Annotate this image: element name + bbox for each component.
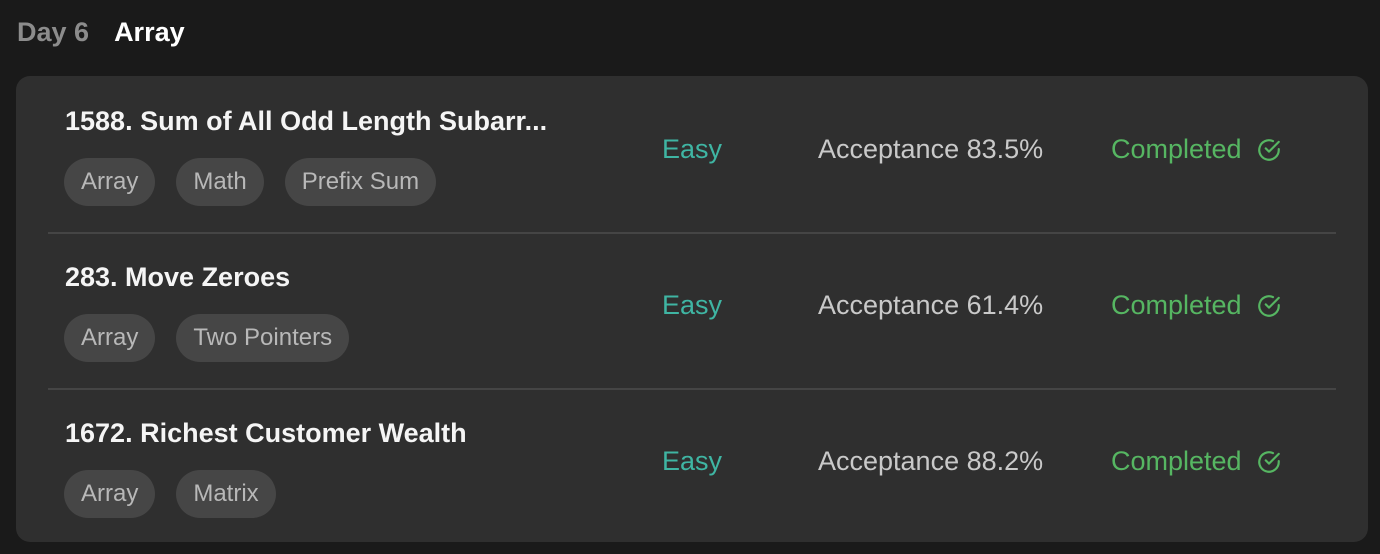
status-completed: Completed: [1111, 446, 1282, 477]
tag[interactable]: Array: [64, 314, 156, 362]
tag[interactable]: Two Pointers: [176, 314, 350, 362]
check-circle-icon: [1256, 137, 1282, 163]
tag-list: Array Math Prefix Sum: [64, 158, 437, 206]
tag-list: Array Two Pointers: [64, 314, 350, 362]
problem-list: 1588. Sum of All Odd Length Subarr... Ar…: [16, 76, 1368, 542]
section-header: Day 6 Array: [17, 14, 185, 50]
check-circle-icon: [1256, 449, 1282, 475]
status-label: Completed: [1111, 134, 1242, 164]
difficulty-label: Easy: [662, 134, 723, 164]
acceptance-rate: Acceptance 88.2%: [818, 446, 1044, 476]
section-title: Array: [114, 16, 185, 47]
problem-row[interactable]: 1672. Richest Customer Wealth Array Matr…: [48, 388, 1336, 544]
check-circle-icon: [1256, 293, 1282, 319]
status-label: Completed: [1111, 446, 1242, 476]
status-label: Completed: [1111, 290, 1242, 320]
day-label: Day 6: [17, 16, 90, 47]
acceptance-rate: Acceptance 83.5%: [818, 134, 1044, 164]
tag[interactable]: Array: [64, 158, 156, 206]
problem-title[interactable]: 283. Move Zeroes: [65, 262, 290, 293]
difficulty-label: Easy: [662, 290, 723, 320]
status-completed: Completed: [1111, 290, 1282, 321]
problem-row[interactable]: 1588. Sum of All Odd Length Subarr... Ar…: [48, 76, 1336, 232]
difficulty-label: Easy: [662, 446, 723, 476]
status-completed: Completed: [1111, 134, 1282, 165]
problem-title[interactable]: 1588. Sum of All Odd Length Subarr...: [65, 106, 547, 137]
tag[interactable]: Matrix: [176, 470, 276, 518]
acceptance-rate: Acceptance 61.4%: [818, 290, 1044, 320]
tag-list: Array Matrix: [64, 470, 276, 518]
tag[interactable]: Prefix Sum: [284, 158, 437, 206]
tag[interactable]: Math: [176, 158, 264, 206]
tag[interactable]: Array: [64, 470, 156, 518]
problem-row[interactable]: 283. Move Zeroes Array Two Pointers Easy…: [48, 232, 1336, 388]
problem-title[interactable]: 1672. Richest Customer Wealth: [65, 418, 467, 449]
